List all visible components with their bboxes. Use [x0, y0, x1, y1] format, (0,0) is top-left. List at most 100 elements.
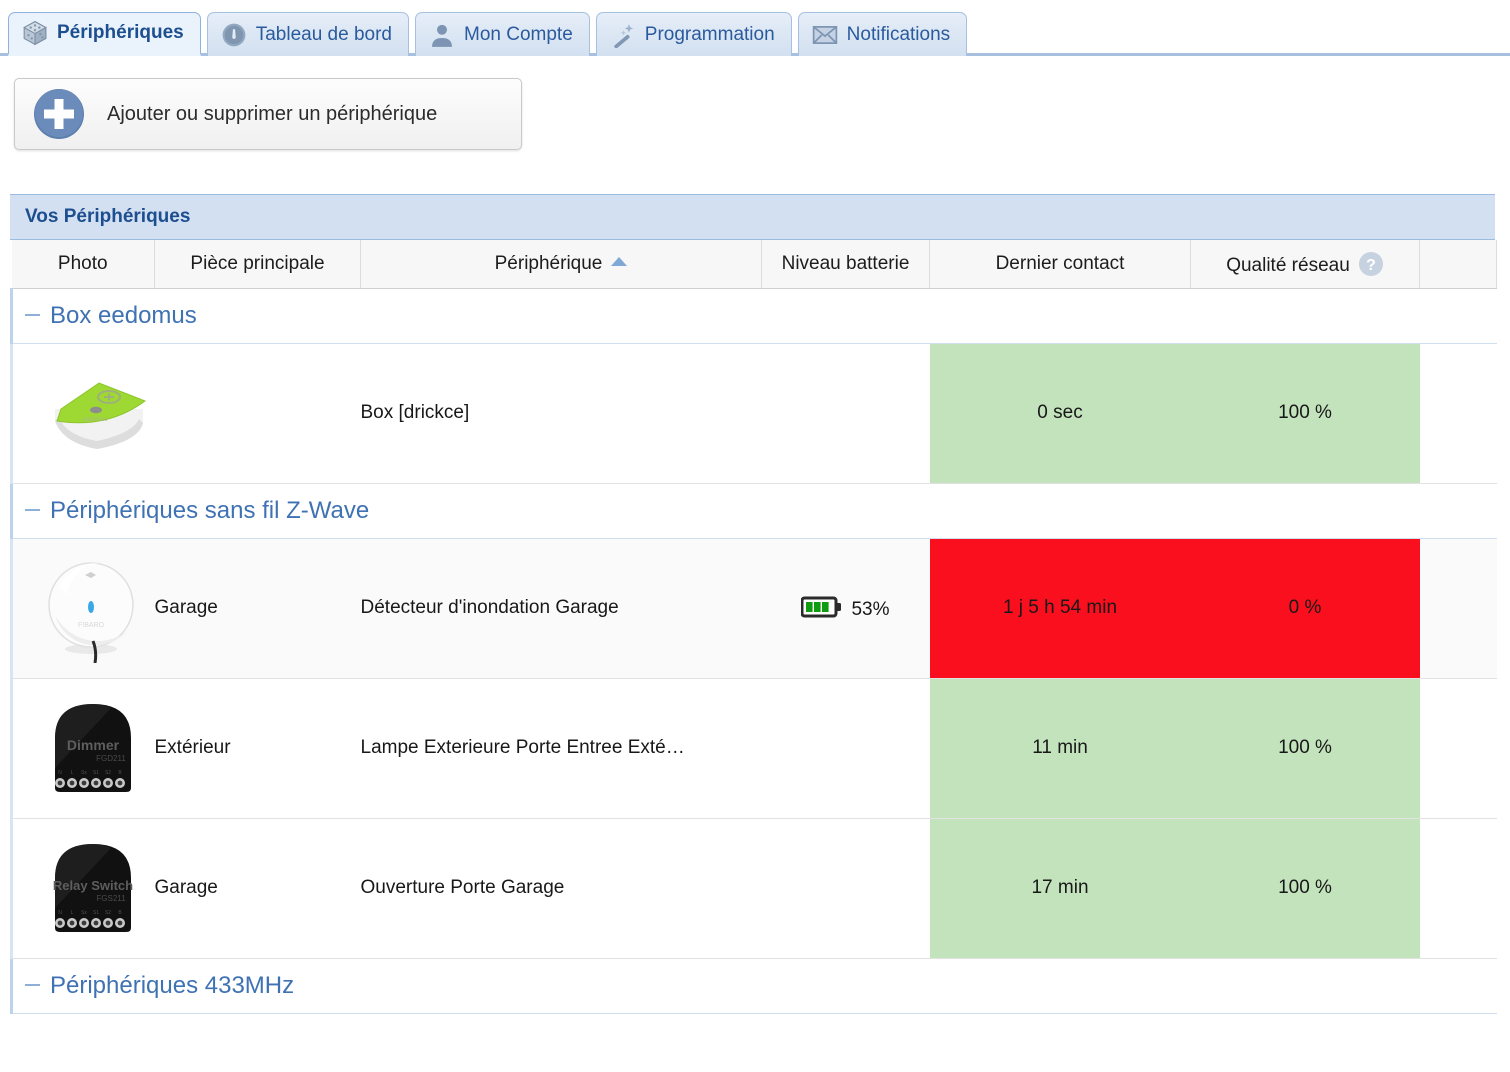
svg-text:·: · — [227, 28, 228, 32]
column-header-network-quality[interactable]: Qualité réseau? — [1190, 240, 1420, 289]
column-header-last-contact[interactable]: Dernier contact — [929, 240, 1191, 289]
device-name[interactable]: Détecteur d'inondation Garage — [360, 538, 762, 679]
device-actions — [1419, 678, 1497, 819]
envelope-icon — [812, 25, 837, 44]
device-name[interactable]: Box [drickce] — [360, 343, 762, 484]
svg-text:Relay Switch: Relay Switch — [53, 878, 133, 893]
minus-icon[interactable] — [25, 983, 40, 986]
svg-text:eedomus: eedomus — [83, 417, 108, 423]
svg-text:S1: S1 — [93, 770, 99, 776]
tab-peripheriques[interactable]: Périphériques — [8, 12, 201, 56]
add-or-remove-device-label: Ajouter ou supprimer un périphérique — [107, 102, 438, 125]
magic-wand-icon — [613, 23, 633, 48]
main-tab-bar: Périphériques · · · Tableau de bord Mon Co… — [0, 0, 1510, 56]
question-mark-icon[interactable]: ? — [1358, 251, 1384, 277]
devices-panel: Vos Périphériques Photo Pièce principale… — [10, 194, 1497, 1014]
group-header-box-eedomus[interactable]: Box eedomus — [10, 288, 1497, 344]
eedomus-box-thumbnail: eedomus — [55, 382, 147, 449]
device-actions — [1419, 343, 1497, 484]
svg-text:FIBARO: FIBARO — [78, 622, 105, 629]
device-battery — [761, 818, 930, 959]
table-header-row: Photo Pièce principale Périphérique Nive… — [11, 240, 1497, 289]
tab-label: Périphériques — [57, 22, 184, 43]
device-network-quality: 100 % — [1190, 818, 1420, 959]
devices-table: Photo Pièce principale Périphérique Nive… — [10, 240, 1497, 1014]
add-or-remove-device-button[interactable]: Ajouter ou supprimer un périphérique — [14, 78, 522, 150]
device-room — [154, 343, 361, 484]
column-header-battery[interactable]: Niveau batterie — [761, 240, 930, 289]
group-header-zwave[interactable]: Périphériques sans fil Z-Wave — [10, 483, 1497, 539]
svg-text:Sx: Sx — [81, 910, 87, 916]
svg-text:N: N — [58, 910, 62, 916]
column-header-device-label: Périphérique — [494, 252, 603, 274]
minus-icon[interactable] — [25, 313, 40, 316]
fibaro-dimmer-thumbnail: Dimmer FGD211 N L Sx S1 S2 B — [55, 704, 131, 792]
device-last-contact: 11 min — [929, 678, 1191, 819]
device-network-quality: 100 % — [1190, 678, 1420, 819]
cube-icon — [23, 21, 47, 46]
minus-icon[interactable] — [25, 508, 40, 511]
device-last-contact: 1 j 5 h 54 min — [929, 538, 1191, 679]
tab-label: Tableau de bord — [255, 23, 392, 45]
svg-text:L: L — [71, 910, 74, 916]
device-actions — [1419, 538, 1497, 679]
svg-text:·: · — [233, 25, 234, 29]
device-battery — [761, 678, 930, 819]
tab-programmation[interactable]: Programmation — [595, 12, 792, 56]
tab-mon-compte[interactable]: Mon Compte — [415, 12, 590, 56]
device-network-quality: 100 % — [1190, 343, 1420, 484]
fibaro-relay-switch-thumbnail: Relay Switch FGS211 N L Sx S1 S2 B — [53, 844, 133, 932]
device-last-contact: 17 min — [929, 818, 1191, 959]
device-room: Garage — [154, 538, 361, 679]
table-row[interactable]: Relay Switch FGS211 N L Sx S1 S2 B Garag… — [10, 818, 1497, 959]
table-row[interactable]: FIBARO Garage Détecteur d'inondation Gar… — [10, 538, 1497, 679]
device-name[interactable]: Ouverture Porte Garage — [360, 818, 762, 959]
group-label: Périphériques sans fil Z-Wave — [50, 496, 370, 524]
device-photo-cell: FIBARO — [10, 538, 155, 679]
device-room: Extérieur — [154, 678, 361, 819]
column-header-photo[interactable]: Photo — [11, 240, 155, 289]
user-icon — [432, 24, 452, 47]
group-label: Périphériques 433MHz — [50, 971, 295, 999]
tab-label: Mon Compte — [464, 23, 573, 45]
tab-label: Notifications — [846, 23, 951, 45]
group-header-433mhz[interactable]: Périphériques 433MHz — [10, 958, 1497, 1014]
svg-text:S1: S1 — [93, 910, 99, 916]
device-photo-cell: Relay Switch FGS211 N L Sx S1 S2 B — [10, 818, 155, 959]
device-network-quality: 0 % — [1190, 538, 1420, 679]
flood-sensor-thumbnail: FIBARO — [48, 562, 134, 663]
svg-text:S2: S2 — [105, 910, 111, 916]
device-battery: 53% — [761, 538, 930, 679]
column-header-actions — [1419, 240, 1497, 289]
sort-ascending-icon — [611, 256, 628, 266]
device-name[interactable]: Lampe Exterieure Porte Entree Exté… — [360, 678, 762, 819]
group-label: Box eedomus — [50, 301, 197, 329]
tab-tableau-de-bord[interactable]: · · · Tableau de bord — [206, 12, 409, 56]
table-row[interactable]: eedomus Box [drickce] 0 sec 100 % — [10, 343, 1497, 484]
svg-text:FGS211: FGS211 — [96, 894, 126, 903]
column-header-room[interactable]: Pièce principale — [154, 240, 361, 289]
device-photo-cell: Dimmer FGD211 N L Sx S1 S2 B — [10, 678, 155, 819]
tab-label: Programmation — [644, 23, 775, 45]
device-photo-cell: eedomus — [10, 343, 155, 484]
svg-text:S2: S2 — [105, 770, 111, 776]
toolbar: Ajouter ou supprimer un périphérique — [0, 56, 1510, 150]
svg-text:Sx: Sx — [81, 770, 87, 776]
gauge-icon: · · · — [222, 23, 246, 46]
svg-text:?: ? — [1366, 257, 1376, 274]
tab-notifications[interactable]: Notifications — [797, 12, 968, 56]
svg-text:N: N — [58, 770, 62, 776]
device-last-contact: 0 sec — [929, 343, 1191, 484]
battery-icon — [800, 596, 842, 617]
device-battery — [761, 343, 930, 484]
plus-circle-icon — [34, 89, 84, 139]
svg-text:FGD211: FGD211 — [96, 754, 126, 763]
device-room: Garage — [154, 818, 361, 959]
table-row[interactable]: Dimmer FGD211 N L Sx S1 S2 B Extérieur L… — [10, 678, 1497, 819]
device-battery-label: 53% — [851, 598, 890, 620]
page-title: Vos Périphériques — [10, 194, 1495, 240]
column-header-network-quality-label: Qualité réseau — [1226, 254, 1350, 276]
column-header-device[interactable]: Périphérique — [360, 240, 762, 289]
device-actions — [1419, 818, 1497, 959]
svg-text:L: L — [71, 770, 74, 776]
